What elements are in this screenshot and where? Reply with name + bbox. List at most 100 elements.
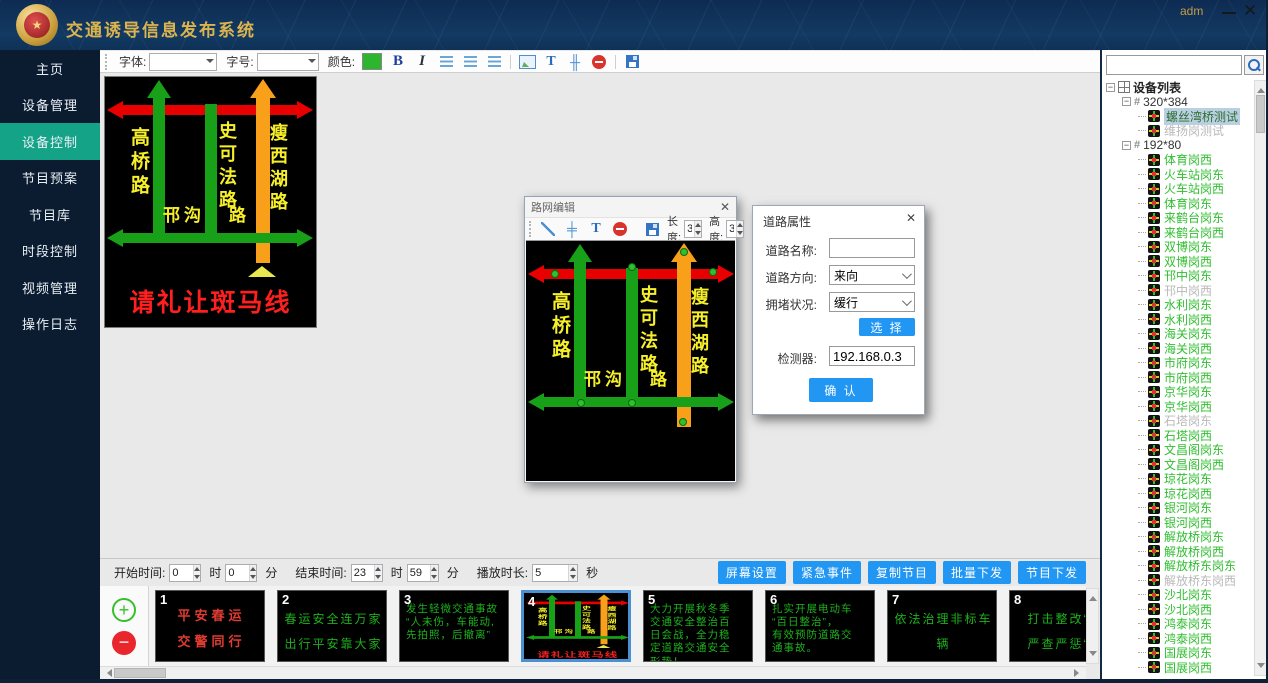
delete-button[interactable]: [611, 220, 629, 238]
sidebar-item[interactable]: 主页: [0, 50, 100, 87]
sidebar-item[interactable]: 节目库: [0, 196, 100, 233]
insert-text-button[interactable]: T: [542, 53, 560, 71]
spin-up-icon[interactable]: [250, 565, 257, 573]
close-icon[interactable]: ✕: [906, 211, 916, 225]
action-button[interactable]: 屏幕设置: [718, 561, 786, 584]
spin-down-icon[interactable]: [569, 573, 577, 581]
collapse-toggle[interactable]: −: [1122, 97, 1131, 106]
road-name-field[interactable]: [829, 238, 915, 258]
spin-down-icon[interactable]: [250, 573, 257, 581]
action-button[interactable]: 批量下发: [943, 561, 1011, 584]
action-button[interactable]: 复制节目: [868, 561, 936, 584]
select-button[interactable]: 选 择: [859, 318, 915, 336]
action-button[interactable]: 节目下发: [1018, 561, 1086, 584]
spin-up-icon[interactable]: [737, 221, 743, 229]
playlist-item[interactable]: 打击整改“灯严查严惩“机8: [1009, 590, 1086, 662]
sidebar-item[interactable]: 时段控制: [0, 233, 100, 270]
congestion-select[interactable]: 缓行: [829, 292, 915, 312]
height-input[interactable]: [727, 221, 736, 237]
align-center-button[interactable]: [461, 53, 479, 71]
detector-field[interactable]: [829, 346, 915, 366]
collapse-toggle[interactable]: −: [1122, 141, 1131, 150]
align-center-icon: [464, 56, 477, 67]
bold-button[interactable]: B: [389, 53, 407, 71]
sidebar-item[interactable]: 节目预案: [0, 160, 100, 197]
minimize-icon[interactable]: [1222, 12, 1236, 14]
delete-button[interactable]: [590, 53, 608, 71]
color-swatch[interactable]: [362, 53, 382, 70]
align-right-button[interactable]: [485, 53, 503, 71]
road-network-button[interactable]: ╫: [566, 53, 584, 71]
mini-diagram: 高桥路史可法路瘦西湖路邗沟路请礼让斑马线: [525, 594, 631, 662]
remove-program-button[interactable]: −: [112, 631, 136, 655]
scroll-up-icon[interactable]: [1089, 592, 1097, 601]
scroll-right-icon[interactable]: [1074, 669, 1083, 677]
spin-up-icon[interactable]: [375, 565, 382, 573]
sidebar-item[interactable]: 操作日志: [0, 306, 100, 343]
collapse-toggle[interactable]: −: [1106, 83, 1115, 92]
draw-line-button[interactable]: [539, 220, 557, 238]
device-tree-item[interactable]: 维扬岗测试: [1104, 124, 1254, 139]
group-icon: #: [1134, 139, 1140, 151]
start-min-input[interactable]: [226, 565, 248, 581]
playlist-vertical-scrollbar[interactable]: [1086, 588, 1099, 664]
insert-image-button[interactable]: [518, 53, 536, 71]
spin-down-icon[interactable]: [737, 229, 743, 237]
sidebar-item[interactable]: 设备管理: [0, 87, 100, 124]
playlist-item[interactable]: 春运安全连万家出行平安靠大家2: [277, 590, 387, 662]
spin-down-icon[interactable]: [695, 229, 701, 237]
device-tree-root[interactable]: −设备列表: [1104, 80, 1254, 95]
device-search-input[interactable]: [1106, 55, 1242, 75]
playlist-item[interactable]: 平安春运交警同行1: [155, 590, 265, 662]
close-icon[interactable]: ✕: [1243, 1, 1257, 21]
scrollbar-thumb[interactable]: [114, 668, 166, 678]
spin-up-icon[interactable]: [569, 565, 577, 573]
playlist-item[interactable]: 扎实开展电动车“百日整治”，有效预防道路交通事故。6: [765, 590, 875, 662]
duration-input[interactable]: [533, 565, 568, 581]
add-program-button[interactable]: +: [112, 598, 136, 622]
start-hour-input[interactable]: [170, 565, 192, 581]
road-direction-label: 道路方向:: [753, 269, 817, 286]
spin-down-icon[interactable]: [194, 573, 201, 581]
spin-up-icon[interactable]: [194, 565, 201, 573]
signal-icon: [1148, 328, 1160, 340]
spin-down-icon[interactable]: [431, 573, 438, 581]
spin-up-icon[interactable]: [431, 565, 438, 573]
edit-window-titlebar[interactable]: 路网编辑 ✕: [525, 197, 736, 217]
signal-icon: [1148, 342, 1160, 354]
end-hour-input[interactable]: [352, 565, 374, 581]
road-button[interactable]: ╪: [563, 220, 581, 238]
save-button[interactable]: [623, 53, 641, 71]
confirm-button[interactable]: 确 认: [809, 378, 873, 402]
scroll-left-icon[interactable]: [103, 669, 112, 677]
save-button[interactable]: [643, 220, 661, 238]
length-input[interactable]: [685, 221, 694, 237]
spin-up-icon[interactable]: [695, 221, 701, 229]
playlist-item[interactable]: 发生轻微交通事故“人未伤，车能动,先拍照，后撤离”3: [399, 590, 509, 662]
device-search-button[interactable]: [1244, 55, 1264, 75]
italic-button[interactable]: I: [413, 53, 431, 71]
sidebar-item[interactable]: 设备控制: [0, 123, 100, 160]
close-icon[interactable]: ✕: [720, 200, 730, 214]
scroll-down-icon[interactable]: [1089, 651, 1097, 660]
led-preview-canvas[interactable]: 高桥路史可法路瘦西湖路邗沟路请礼让斑马线: [104, 76, 317, 328]
action-button[interactable]: 紧急事件: [793, 561, 861, 584]
end-min-input[interactable]: [408, 565, 430, 581]
playlist-horizontal-scrollbar[interactable]: [100, 666, 1086, 680]
font-family-dropdown[interactable]: [149, 53, 217, 71]
align-left-button[interactable]: [437, 53, 455, 71]
road-direction-select[interactable]: 来向: [829, 265, 915, 285]
device-tree-item[interactable]: 国展岗西: [1104, 660, 1254, 675]
sidebar-item[interactable]: 视频管理: [0, 269, 100, 306]
spin-down-icon[interactable]: [375, 573, 382, 581]
edit-canvas[interactable]: 高桥路史可法路瘦西湖路邗沟路: [526, 240, 735, 481]
scroll-up-icon[interactable]: [1257, 84, 1265, 93]
playlist-item[interactable]: 高桥路史可法路瘦西湖路邗沟路请礼让斑马线4: [521, 590, 631, 662]
scrollbar-thumb[interactable]: [1256, 95, 1265, 133]
font-size-dropdown[interactable]: [257, 53, 319, 71]
insert-text-button[interactable]: T: [587, 220, 605, 238]
font-label: 字体:: [119, 53, 146, 70]
playlist-item[interactable]: 依法治理非标车辆净化城市交通环境7: [887, 590, 997, 662]
scroll-down-icon[interactable]: [1257, 663, 1265, 672]
playlist-item[interactable]: 大力开展秋冬季交通安全整治百日会战，全力稳定道路交通安全形势！5: [643, 590, 753, 662]
